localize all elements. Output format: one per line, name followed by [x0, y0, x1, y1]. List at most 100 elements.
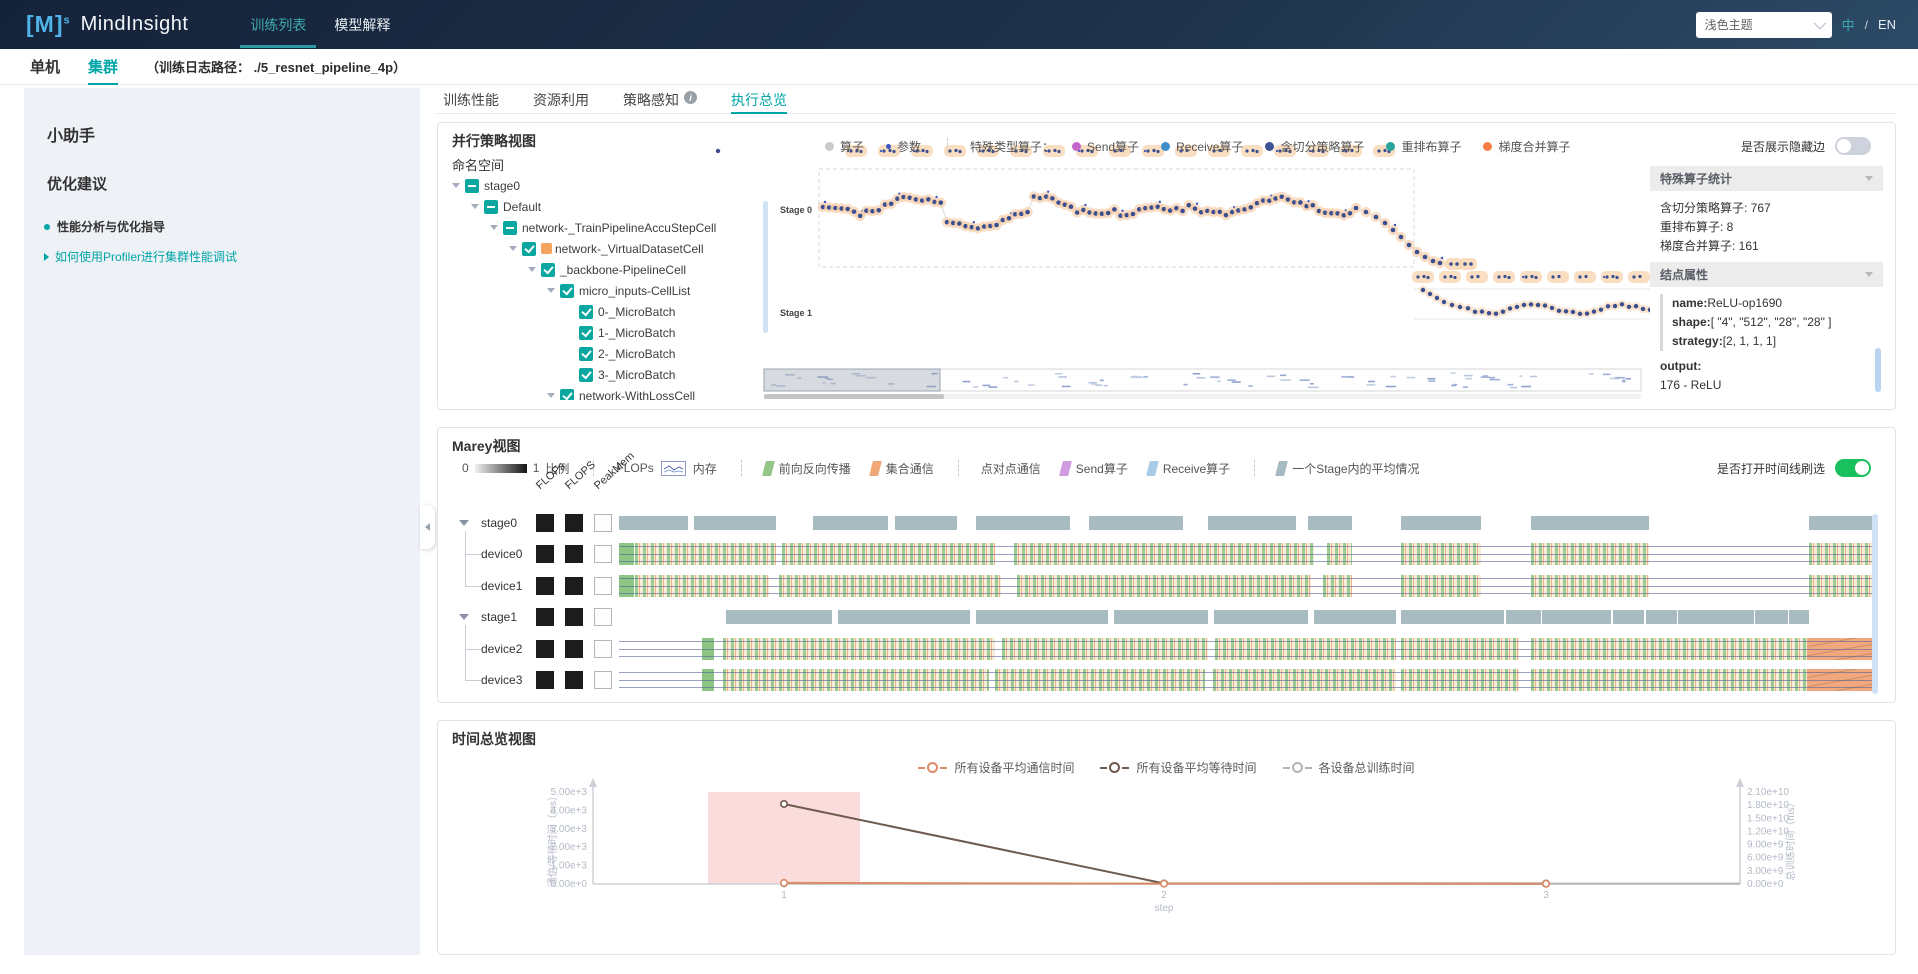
tree-node-network-_VirtualDatasetCell[interactable]: network-_VirtualDatasetCell: [448, 238, 763, 259]
tab-策略感知[interactable]: 策略感知i: [623, 90, 697, 113]
metric-checkbox-FLOPs[interactable]: [536, 545, 554, 563]
tree-node-micro_inputs-CellList[interactable]: micro_inputs-CellList: [448, 280, 763, 301]
metric-checkbox-PeakMem[interactable]: [594, 608, 612, 626]
timeline-band[interactable]: [619, 638, 1872, 660]
brush-toggle[interactable]: [1835, 459, 1871, 477]
timeline-band[interactable]: [619, 512, 1872, 534]
tree-checkbox[interactable]: [541, 263, 555, 277]
tree-node-label: network-WithLossCell: [579, 389, 695, 401]
parallel-strategy-panel: 并行策略视图 命名空间 stage0Defaultnetwork-_TrainP…: [437, 122, 1896, 410]
mode-tab-集群[interactable]: 集群: [88, 56, 118, 77]
ratio-gradient-bar: [475, 464, 527, 473]
stats-scrollbar[interactable]: [1875, 348, 1881, 392]
expand-arrow-icon[interactable]: [528, 267, 536, 272]
nav-item-训练列表[interactable]: 训练列表: [236, 0, 320, 49]
tree-checkbox[interactable]: [522, 242, 536, 256]
legend-item-所有设备平均等待时间[interactable]: 所有设备平均等待时间: [1100, 759, 1256, 776]
metric-checkbox-FLOPs[interactable]: [536, 640, 554, 658]
timeline-band[interactable]: [619, 606, 1872, 628]
legend-item-Receive算子[interactable]: Receive算子: [1148, 460, 1230, 477]
expand-arrow-icon[interactable]: [547, 393, 555, 398]
marey-scrollbar[interactable]: [1872, 514, 1878, 694]
marey-row-device1: device1: [438, 575, 1895, 597]
stats-header[interactable]: 特殊算子统计: [1650, 166, 1883, 191]
lang-zh-button[interactable]: 中: [1842, 15, 1855, 34]
info-icon[interactable]: i: [684, 91, 697, 104]
metric-checkbox-FLOPs[interactable]: [536, 671, 554, 689]
nav-item-模型解释[interactable]: 模型解释: [320, 0, 404, 49]
mindinsight-logo[interactable]: [M]s: [26, 11, 71, 38]
timeline-band[interactable]: [619, 669, 1872, 691]
metric-checkbox-FLOPs[interactable]: [536, 577, 554, 595]
metric-checkbox-FLOPs[interactable]: [536, 608, 554, 626]
metric-checkbox-PeakMem[interactable]: [594, 577, 612, 595]
lang-en-button[interactable]: EN: [1878, 17, 1896, 32]
tree-checkbox[interactable]: [579, 347, 593, 361]
tree-checkbox[interactable]: [560, 389, 574, 401]
tree-node-1-_MicroBatch[interactable]: 1-_MicroBatch: [448, 322, 763, 343]
metric-checkbox-FLOPs[interactable]: [536, 514, 554, 532]
legend-item-参数[interactable]: 参数: [886, 138, 921, 155]
expand-arrow-icon[interactable]: [490, 225, 498, 230]
tree-node-3-_MicroBatch[interactable]: 3-_MicroBatch: [448, 364, 763, 385]
tree-checkbox[interactable]: [560, 284, 574, 298]
expand-arrow-icon[interactable]: [471, 204, 479, 209]
legend-item-集合通信[interactable]: 集合通信: [871, 460, 934, 477]
expand-arrow-icon[interactable]: [452, 183, 460, 188]
metric-checkbox-FLOPS[interactable]: [565, 545, 583, 563]
tree-node-stage0[interactable]: stage0: [448, 175, 763, 196]
tree-node-0-_MicroBatch[interactable]: 0-_MicroBatch: [448, 301, 763, 322]
tab-资源利用[interactable]: 资源利用: [533, 90, 589, 113]
stats-item: 梯度合并算子: 161: [1660, 237, 1873, 256]
legend-item-一个Stage内的平均情况[interactable]: 一个Stage内的平均情况: [1277, 460, 1419, 477]
legend-item-所有设备平均通信时间[interactable]: 所有设备平均通信时间: [918, 759, 1074, 776]
metric-checkbox-PeakMem[interactable]: [594, 640, 612, 658]
tree-node-network-WithLossCell[interactable]: network-WithLossCell: [448, 385, 763, 400]
tree-node-network-_TrainPipelineAccuStepCell[interactable]: network-_TrainPipelineAccuStepCell: [448, 217, 763, 238]
metric-checkbox-FLOPS[interactable]: [565, 577, 583, 595]
band-segment: [1401, 516, 1481, 530]
tab-训练性能[interactable]: 训练性能: [443, 90, 499, 113]
collapse-arrow-icon[interactable]: [459, 520, 469, 526]
collapse-arrow-icon[interactable]: [459, 614, 469, 620]
tree-checkbox[interactable]: [503, 221, 517, 235]
mode-tab-单机[interactable]: 单机: [30, 56, 60, 77]
metric-checkbox-PeakMem[interactable]: [594, 514, 612, 532]
metric-checkbox-FLOPS[interactable]: [565, 514, 583, 532]
theme-select[interactable]: 浅色主题: [1696, 12, 1832, 38]
expand-arrow-icon[interactable]: [509, 246, 517, 251]
metric-checkbox-FLOPS[interactable]: [565, 608, 583, 626]
legend-item-前向反向传播[interactable]: 前向反向传播: [764, 460, 851, 477]
metric-checkbox-FLOPS[interactable]: [565, 671, 583, 689]
tree-checkbox[interactable]: [579, 368, 593, 382]
expand-arrow-icon[interactable]: [547, 288, 555, 293]
node-props-header[interactable]: 结点属性: [1650, 262, 1883, 287]
flops-line: [619, 554, 1872, 555]
tree-node-2-_MicroBatch[interactable]: 2-_MicroBatch: [448, 343, 763, 364]
legend-item-重排布算子[interactable]: 重排布算子: [1386, 138, 1461, 155]
metric-checkbox-FLOPS[interactable]: [565, 640, 583, 658]
legend-item-Send算子[interactable]: Send算子: [1061, 460, 1128, 477]
metric-checkbox-PeakMem[interactable]: [594, 545, 612, 563]
tree-checkbox[interactable]: [465, 179, 479, 193]
tree-scrollbar[interactable]: [763, 201, 768, 333]
tree-checkbox[interactable]: [484, 200, 498, 214]
timeline-band[interactable]: [619, 543, 1872, 565]
legend-item-Receive算子[interactable]: Receive算子: [1161, 138, 1243, 155]
tree-node-Default[interactable]: Default: [448, 196, 763, 217]
tree-node-_backbone-PipelineCell[interactable]: _backbone-PipelineCell: [448, 259, 763, 280]
legend-item-算子[interactable]: 算子: [825, 138, 864, 155]
profiler-guide-link[interactable]: 如何使用Profiler进行集群性能调试: [44, 248, 420, 265]
sidebar-collapse-handle[interactable]: [420, 505, 435, 549]
timeline-band[interactable]: [619, 575, 1872, 597]
metric-checkbox-PeakMem[interactable]: [594, 671, 612, 689]
legend-item-Send算子[interactable]: Send算子: [1072, 138, 1139, 155]
legend-item-各设备总训练时间[interactable]: 各设备总训练时间: [1283, 759, 1415, 776]
hidden-edge-toggle[interactable]: [1835, 137, 1871, 155]
tree-checkbox[interactable]: [579, 326, 593, 340]
band-segment: [813, 516, 888, 530]
legend-item-含切分策略算子[interactable]: 含切分策略算子: [1265, 138, 1364, 155]
tree-checkbox[interactable]: [579, 305, 593, 319]
tab-执行总览[interactable]: 执行总览: [731, 90, 787, 113]
legend-item-梯度合并算子[interactable]: 梯度合并算子: [1483, 138, 1570, 155]
